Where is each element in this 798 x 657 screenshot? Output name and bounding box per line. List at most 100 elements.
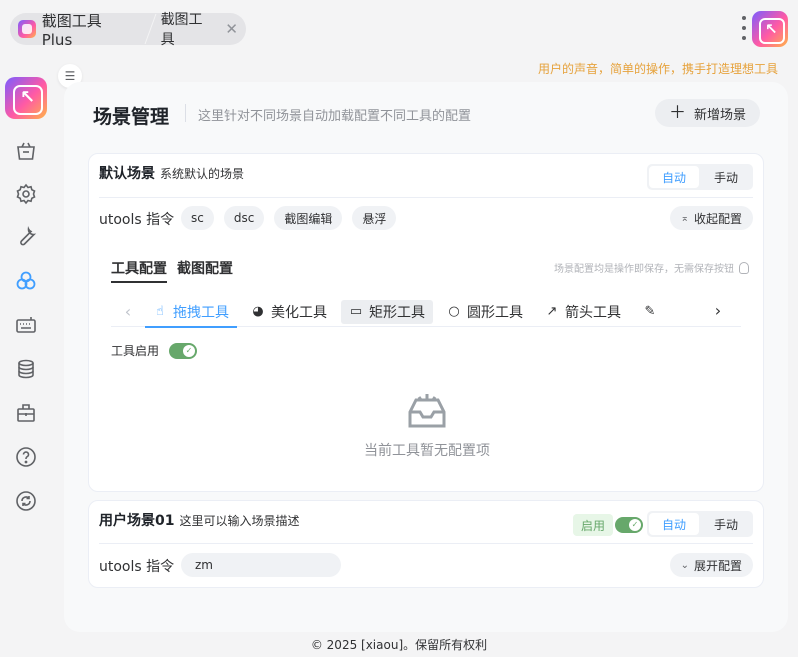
sidebar-item-toolbox[interactable]	[13, 400, 39, 426]
app-tab-main-label: 截图工具 Plus	[41, 11, 102, 49]
cmd-tag[interactable]: dsc	[223, 206, 265, 230]
cmd-tag[interactable]: 悬浮	[352, 206, 397, 230]
cmd-tag[interactable]: 截图编辑	[274, 206, 343, 230]
arrow-icon: ↗	[546, 304, 558, 319]
save-hint: 场景配置均是操作即保存，无需保存按钮	[554, 260, 749, 275]
wrench-icon	[20, 225, 37, 246]
tool-tab-ruler[interactable]: ✎	[635, 297, 665, 327]
more-vertical-icon[interactable]	[740, 16, 748, 40]
card-header: 用户场景01 这里可以输入场景描述	[99, 510, 300, 530]
expand-config-label: 展开配置	[693, 558, 742, 573]
tool-tabs: ‹ ☝ 拖拽工具 ◕ 美化工具 ▭ 矩形工具 ○ 圆形工具 ↗ 箭头工具 ✎ ›	[111, 297, 741, 328]
add-scene-button[interactable]: ＋ 新增场景	[655, 99, 761, 127]
app-tab-main[interactable]: 截图工具 Plus	[18, 10, 146, 49]
card-header: 默认场景 系统默认的场景	[99, 163, 244, 183]
divider	[99, 197, 753, 198]
keyboard-icon	[16, 317, 36, 333]
add-scene-label: 新增场景	[694, 107, 747, 123]
divider	[99, 543, 753, 544]
close-icon[interactable]: ✕	[225, 21, 238, 37]
sidebar-item-tools[interactable]	[13, 224, 39, 250]
collapse-config-button[interactable]: ⌅ 收起配置	[669, 206, 753, 230]
tool-tab-label: 圆形工具	[467, 304, 523, 321]
title-divider	[185, 104, 186, 122]
plugin-logo-icon[interactable]	[752, 11, 788, 47]
rectangle-icon: ▭	[349, 304, 363, 319]
cmd-tags: sc dsc 截图编辑 悬浮	[181, 206, 397, 230]
tool-enable-switch[interactable]	[169, 342, 198, 359]
app-logo-icon	[18, 20, 36, 38]
chevron-right-icon[interactable]: ›	[701, 301, 735, 320]
bulb-icon	[739, 261, 749, 274]
menu-fold-icon: ☰	[64, 69, 76, 83]
mode-auto-option[interactable]: 自动	[649, 166, 699, 188]
empty-state: 当前工具暂无配置项	[89, 392, 765, 460]
cmd-label: utools 指令	[99, 559, 175, 575]
mode-manual-option[interactable]: 手动	[701, 513, 751, 535]
enabled-badge: 启用	[572, 514, 613, 536]
database-icon	[18, 359, 34, 379]
sidebar-item-scenes[interactable]	[13, 268, 39, 294]
cmd-input[interactable]: zm	[181, 553, 341, 577]
scene-name: 默认场景	[99, 166, 155, 182]
hand-icon: ☝	[156, 304, 164, 319]
app-tab-sub-label: 截图工具	[160, 12, 203, 48]
bag-icon	[17, 142, 35, 160]
tool-tab-arrow[interactable]: ↗ 箭头工具	[537, 297, 629, 327]
mode-manual-option[interactable]: 手动	[701, 166, 751, 188]
tool-tab-beautify[interactable]: ◕ 美化工具	[243, 297, 335, 327]
footer-copyright: © 2025 [xiaou]。保留所有权利	[310, 638, 488, 652]
tool-tab-drag[interactable]: ☝ 拖拽工具	[145, 297, 237, 328]
tool-enable-row: 工具启用	[111, 342, 198, 359]
tool-tab-rect[interactable]: ▭ 矩形工具	[341, 299, 433, 324]
sidebar-item-settings[interactable]	[13, 181, 39, 207]
sidebar-item-bag[interactable]	[13, 138, 39, 164]
tool-tab-label: 美化工具	[271, 304, 327, 321]
scene-enable-switch[interactable]	[615, 517, 643, 533]
tab-tool-config[interactable]: 工具配置	[111, 258, 167, 283]
user-scene-card: 用户场景01 这里可以输入场景描述 启用 自动 手动 utools 指令 zm …	[88, 500, 764, 588]
app-tab-sub[interactable]: 截图工具 ✕	[155, 9, 238, 49]
tool-tab-circle[interactable]: ○ 圆形工具	[439, 297, 531, 327]
main-panel: 场景管理 这里针对不同场景自动加载配置不同工具的配置 ＋ 新增场景 默认场景 系…	[64, 82, 788, 632]
page-description: 这里针对不同场景自动加载配置不同工具的配置	[198, 109, 472, 124]
palette-icon: ◕	[252, 304, 264, 319]
mode-auto-option[interactable]: 自动	[649, 513, 699, 535]
cmd-tag[interactable]: sc	[181, 206, 214, 230]
tool-enable-label: 工具启用	[111, 344, 160, 358]
gear-icon	[16, 183, 36, 205]
collapse-up-icon: ⌅	[680, 212, 689, 224]
mode-toggle: 自动 手动	[647, 511, 753, 537]
mode-toggle: 自动 手动	[647, 164, 753, 190]
scene-description: 系统默认的场景	[160, 167, 245, 181]
collapse-config-label: 收起配置	[693, 211, 742, 226]
sidebar-item-update[interactable]	[13, 488, 39, 514]
refresh-icon	[16, 491, 36, 511]
tool-tab-label: 拖拽工具	[173, 304, 229, 321]
inbox-icon	[408, 394, 446, 428]
top-bar: 截图工具 Plus 截图工具 ✕	[0, 0, 798, 56]
sidebar-item-shortcuts[interactable]	[13, 312, 39, 338]
empty-text: 当前工具暂无配置项	[364, 443, 490, 459]
cmd-label: utools 指令	[99, 212, 175, 228]
app-tabs: 截图工具 Plus 截图工具 ✕	[10, 12, 246, 49]
sidebar-logo-icon[interactable]	[5, 77, 47, 119]
plus-icon: ＋	[669, 102, 686, 123]
help-icon	[16, 447, 36, 467]
sidebar-item-help[interactable]	[13, 444, 39, 470]
chevron-left-icon[interactable]: ‹	[111, 302, 145, 321]
ruler-icon: ✎	[644, 304, 656, 319]
tool-tab-label: 箭头工具	[565, 304, 621, 321]
save-hint-text: 场景配置均是操作即保存，无需保存按钮	[554, 264, 734, 275]
expand-down-icon: ⌄	[680, 559, 689, 571]
circle-icon: ○	[448, 304, 460, 319]
tool-tab-label: 矩形工具	[369, 304, 425, 321]
config-tabs: 工具配置 截图配置	[111, 258, 233, 283]
default-scene-card: 默认场景 系统默认的场景 自动 手动 utools 指令 sc dsc 截图编辑…	[88, 153, 764, 492]
page-title: 场景管理	[93, 106, 170, 128]
sidebar-item-data[interactable]	[13, 356, 39, 382]
tab-screenshot-config[interactable]: 截图配置	[177, 258, 233, 283]
slogan-text: 用户的声音，简单的操作，携手打造理想工具	[537, 62, 778, 76]
scene-name: 用户场景01	[99, 513, 175, 529]
expand-config-button[interactable]: ⌄ 展开配置	[669, 553, 753, 577]
